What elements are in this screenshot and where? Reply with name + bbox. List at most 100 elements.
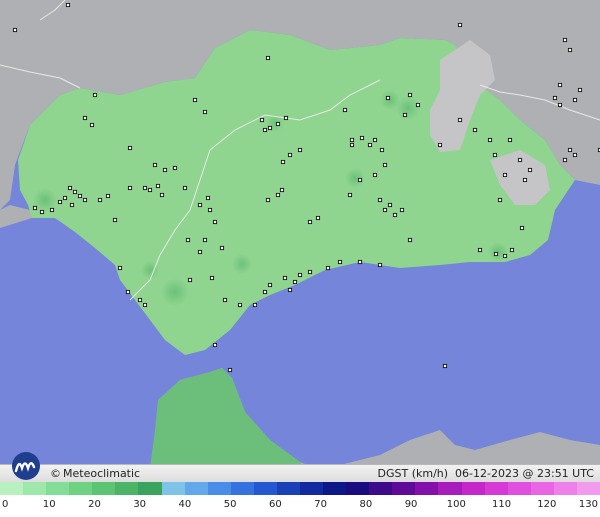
scale-swatch bbox=[369, 482, 393, 495]
station-marker bbox=[572, 152, 578, 158]
brand-label: © Meteoclimatic bbox=[50, 467, 140, 480]
station-marker bbox=[197, 249, 203, 255]
station-marker bbox=[267, 282, 273, 288]
scale-swatch bbox=[46, 482, 70, 495]
station-marker bbox=[205, 195, 211, 201]
station-marker bbox=[202, 109, 208, 115]
scale-swatch bbox=[392, 482, 416, 495]
station-marker bbox=[219, 245, 225, 251]
station-marker bbox=[117, 265, 123, 271]
scale-tick-label: 20 bbox=[88, 499, 101, 510]
station-marker bbox=[67, 185, 73, 191]
station-marker bbox=[82, 115, 88, 121]
station-marker bbox=[185, 237, 191, 243]
station-marker bbox=[472, 127, 478, 133]
station-marker bbox=[69, 202, 75, 208]
station-marker bbox=[527, 167, 533, 173]
station-marker bbox=[62, 195, 68, 201]
station-marker bbox=[92, 92, 98, 98]
station-marker bbox=[492, 152, 498, 158]
station-marker bbox=[522, 177, 528, 183]
station-marker bbox=[392, 212, 398, 218]
copyright-symbol: © bbox=[50, 467, 61, 480]
station-marker bbox=[259, 117, 265, 123]
station-marker bbox=[292, 279, 298, 285]
station-marker bbox=[297, 147, 303, 153]
scale-swatch bbox=[207, 482, 231, 495]
station-marker bbox=[567, 47, 573, 53]
station-marker bbox=[407, 92, 413, 98]
station-marker bbox=[519, 225, 525, 231]
station-marker bbox=[457, 117, 463, 123]
station-marker bbox=[442, 363, 448, 369]
station-marker bbox=[372, 172, 378, 178]
station-marker bbox=[382, 162, 388, 168]
info-bar: © Meteoclimatic DGST (km/h) 06-12-2023 @ … bbox=[0, 464, 600, 483]
station-marker bbox=[57, 199, 63, 205]
station-marker bbox=[477, 247, 483, 253]
station-marker bbox=[557, 82, 563, 88]
station-marker bbox=[315, 215, 321, 221]
scale-swatch bbox=[576, 482, 600, 495]
station-marker bbox=[517, 157, 523, 163]
station-marker bbox=[307, 269, 313, 275]
station-marker bbox=[509, 247, 515, 253]
station-marker bbox=[142, 185, 148, 191]
station-marker bbox=[493, 251, 499, 257]
scale-tick-label: 30 bbox=[133, 499, 147, 510]
station-marker bbox=[227, 367, 233, 373]
map-view: © Meteoclimatic DGST (km/h) 06-12-2023 @ … bbox=[0, 0, 600, 517]
station-marker bbox=[187, 277, 193, 283]
station-marker bbox=[49, 207, 55, 213]
variable-label: DGST (km/h) bbox=[377, 467, 449, 480]
station-marker bbox=[127, 145, 133, 151]
station-marker bbox=[385, 95, 391, 101]
station-marker bbox=[105, 193, 111, 199]
color-scale-legend: 0 10 20 30 40 50 60 70 80 90 100 110 120 130 bbox=[0, 482, 600, 517]
station-marker bbox=[342, 107, 348, 113]
scale-swatch bbox=[0, 482, 24, 495]
scale-swatch bbox=[553, 482, 577, 495]
meteoclimatic-logo-icon bbox=[12, 452, 40, 480]
station-marker bbox=[572, 97, 578, 103]
station-marker bbox=[325, 265, 331, 271]
scale-swatch bbox=[23, 482, 47, 495]
station-marker bbox=[487, 137, 493, 143]
station-marker bbox=[89, 122, 95, 128]
scale-tick-label: 90 bbox=[404, 499, 418, 510]
station-marker bbox=[577, 87, 583, 93]
station-marker bbox=[377, 197, 383, 203]
scale-swatch bbox=[184, 482, 208, 495]
station-marker bbox=[287, 152, 293, 158]
station-marker bbox=[237, 302, 243, 308]
scale-swatch bbox=[346, 482, 370, 495]
station-marker bbox=[32, 205, 38, 211]
scale-tick-label: 80 bbox=[359, 499, 373, 510]
station-marker bbox=[399, 207, 405, 213]
station-marker bbox=[155, 183, 161, 189]
station-marker bbox=[279, 187, 285, 193]
scale-tick-label: 0 bbox=[2, 499, 9, 510]
station-marker bbox=[212, 219, 218, 225]
station-marker bbox=[347, 192, 353, 198]
station-marker bbox=[379, 147, 385, 153]
station-marker bbox=[265, 55, 271, 61]
scale-swatch bbox=[461, 482, 485, 495]
station-marker bbox=[282, 275, 288, 281]
station-marker bbox=[142, 302, 148, 308]
station-marker bbox=[387, 202, 393, 208]
station-marker bbox=[562, 157, 568, 163]
station-marker bbox=[275, 192, 281, 198]
station-marker bbox=[357, 177, 363, 183]
station-marker bbox=[252, 302, 258, 308]
station-marker bbox=[297, 272, 303, 278]
scale-swatch bbox=[115, 482, 139, 495]
station-marker bbox=[222, 297, 228, 303]
scale-swatch bbox=[276, 482, 301, 495]
station-marker bbox=[39, 209, 45, 215]
station-marker bbox=[112, 217, 118, 223]
station-marker bbox=[207, 207, 213, 213]
station-marker bbox=[172, 165, 178, 171]
station-marker bbox=[552, 95, 558, 101]
scale-tick-label: 60 bbox=[269, 499, 282, 510]
